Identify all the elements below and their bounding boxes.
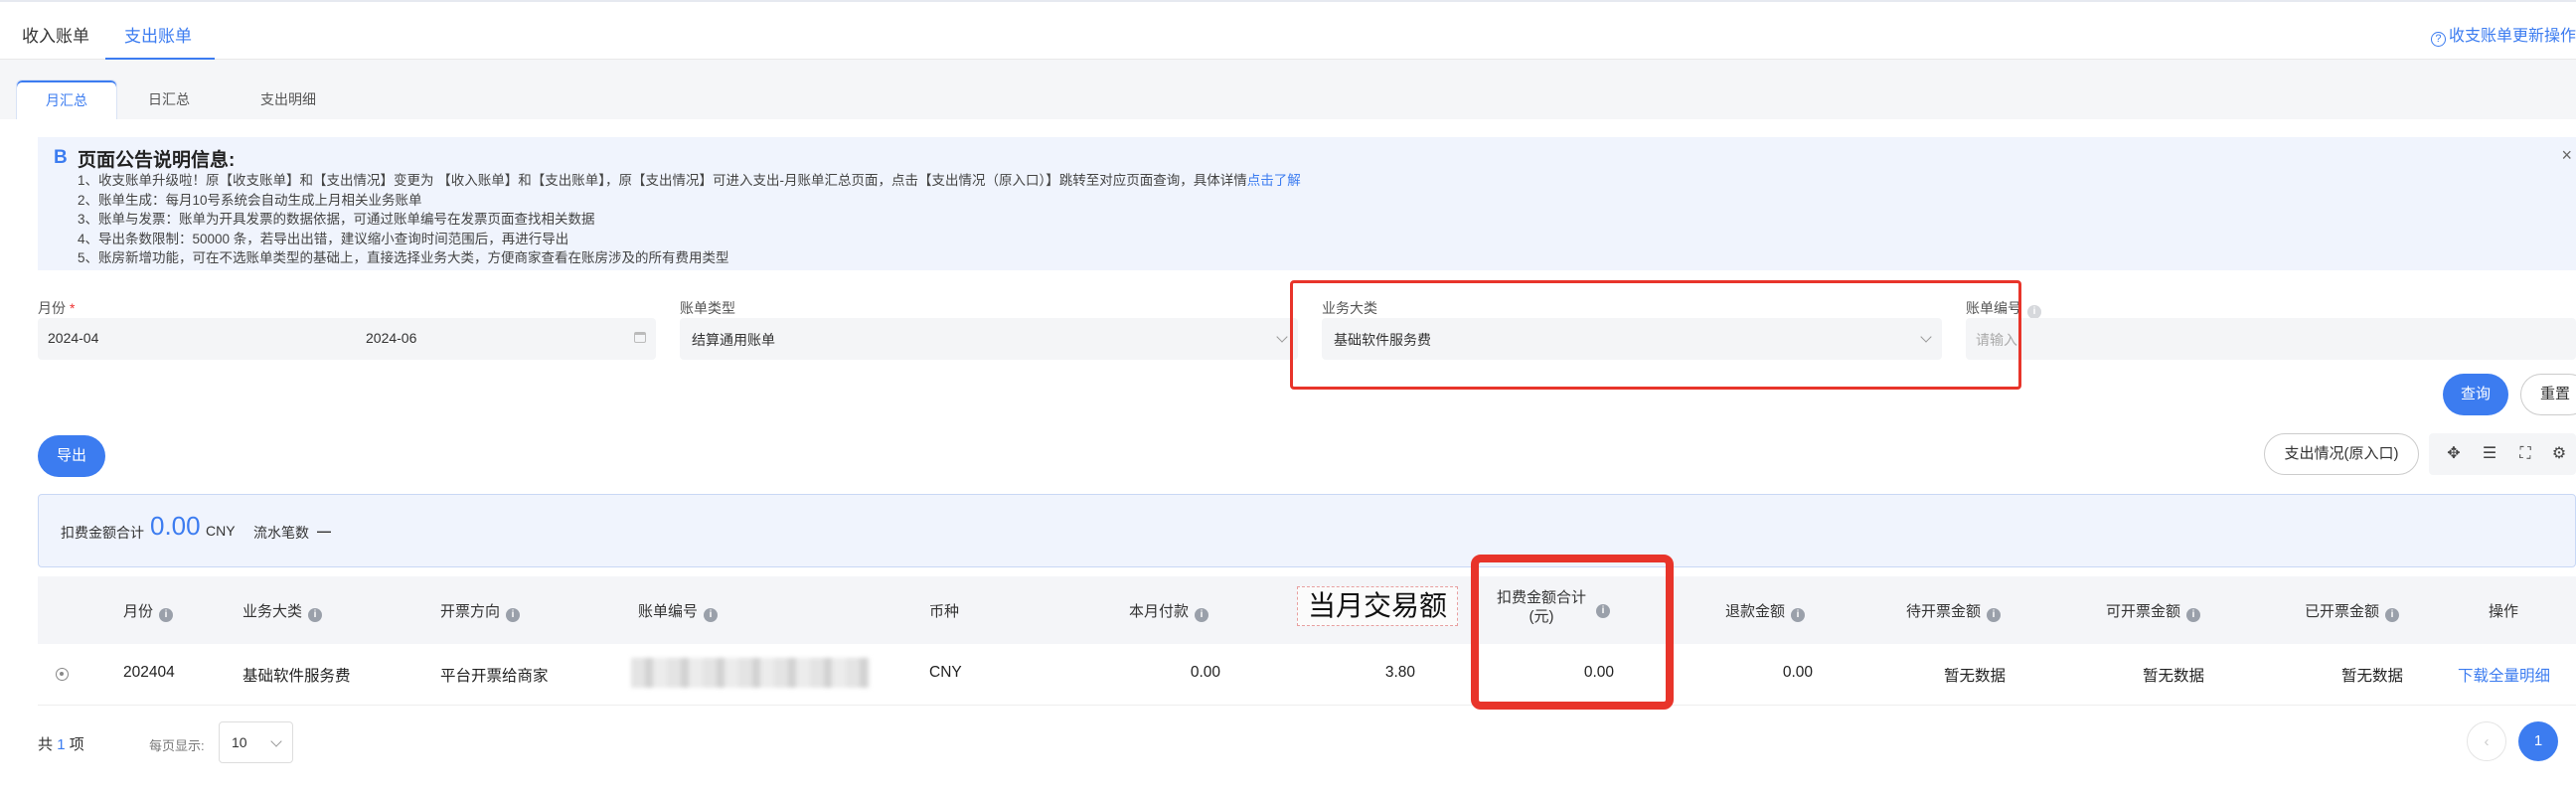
tab-expense-detail[interactable]: 支出明细	[239, 60, 338, 119]
bill-no-input[interactable]: 请输入	[1966, 318, 2576, 360]
flow-count-label: 流水笔数	[253, 525, 309, 541]
info-icon: i	[308, 608, 323, 622]
th-paid: 本月付款 i	[1129, 600, 1209, 622]
notice-icon: B	[54, 147, 68, 168]
th-invoiced: 已开票金额 i	[2305, 600, 2400, 622]
info-icon: i	[506, 608, 521, 622]
cell-paid: 0.00	[1190, 664, 1220, 681]
cell-trade: 3.80	[1384, 664, 1415, 681]
chevron-down-icon	[270, 735, 282, 747]
deduct-total-value: 0.00	[150, 511, 201, 541]
trade-amount-header-overlay: 当月交易额	[1297, 586, 1458, 626]
month-label: 月份 *	[38, 300, 76, 316]
tab-daily-summary[interactable]: 日汇总	[129, 60, 209, 119]
table-toolbar: ✥ ☰ ⛶ ⚙	[2429, 433, 2576, 475]
density-icon[interactable]: ☰	[2481, 445, 2498, 463]
notice-line: 4、导出条数限制：50000 条，若导出出错，建议缩小查询时间范围后，再进行导出	[78, 231, 569, 246]
deduct-highlight-box	[1471, 555, 1674, 710]
query-button[interactable]: 查询	[2443, 374, 2508, 415]
per-page-value: 10	[232, 734, 247, 750]
cell-invoiced: 暂无数据	[2340, 668, 2403, 685]
th-refund: 退款金额 i	[1725, 600, 1806, 622]
notice-line: 5、账房新增功能，可在不选账单类型的基础上，直接选择业务大类，方便商家查看在账房…	[78, 250, 729, 265]
th-biz: 业务大类 i	[242, 600, 323, 622]
total-count: 共 1 项	[38, 736, 84, 753]
deduct-total-label: 扣费金额合计	[61, 525, 144, 541]
notice-panel: B 页面公告说明信息: × 1、收支账单升级啦！原【收支账单】和【支出情况】变更…	[38, 137, 2576, 270]
bill-type-select[interactable]: 结算通用账单	[680, 318, 1298, 360]
close-icon[interactable]: ×	[2561, 145, 2572, 166]
info-icon: i	[1987, 608, 2002, 622]
currency-label: CNY	[206, 523, 236, 539]
fullscreen-icon[interactable]: ⛶	[2516, 445, 2534, 463]
month-start-value: 2024-04	[48, 330, 99, 346]
info-icon: i	[1195, 608, 1209, 622]
info-icon: i	[2186, 608, 2201, 622]
cell-bill-no-redacted	[631, 658, 870, 688]
row-radio[interactable]	[56, 668, 69, 681]
cell-biz: 基础软件服务费	[242, 668, 351, 685]
download-detail-link[interactable]: 下载全量明细	[2458, 664, 2550, 686]
cell-pending-invoice: 暂无数据	[1943, 668, 2006, 685]
table-row: 202404 基础软件服务费 平台开票给商家 CNY 0.00 3.80 0.0…	[38, 644, 2576, 706]
info-icon: i	[704, 608, 719, 622]
cell-refund: 0.00	[1782, 664, 1813, 681]
notice-line: 2、账单生成：每月10号系统会自动生成上月相关业务账单	[78, 192, 422, 208]
tab-income-bill[interactable]: 收入账单	[22, 22, 89, 47]
export-button[interactable]: 导出	[38, 435, 105, 477]
info-icon: i	[1791, 608, 1806, 622]
flow-count-value: —	[317, 523, 331, 539]
th-action: 操作	[2489, 603, 2519, 620]
notice-line: 3、账单与发票：账单为开具发票的数据依据，可通过账单编号在发票页面查找相关数据	[78, 212, 595, 227]
bill-type-label: 账单类型	[680, 300, 735, 316]
th-pending-invoice: 待开票金额 i	[1906, 600, 2002, 622]
help-link[interactable]: ? 收支账单更新操作	[2430, 22, 2576, 47]
gear-icon[interactable]: ⚙	[2550, 445, 2568, 463]
notice-line: 1、收支账单升级啦！原【收支账单】和【支出情况】变更为 【收入账单】和【支出账单…	[78, 173, 1301, 188]
help-link-label: 收支账单更新操作	[2448, 28, 2576, 45]
page-button-1[interactable]: 1	[2518, 721, 2558, 761]
prev-page-button[interactable]: ‹	[2467, 721, 2506, 761]
notice-title: 页面公告说明信息:	[78, 150, 236, 171]
th-available-invoice: 可开票金额 i	[2106, 600, 2201, 622]
info-icon: i	[2385, 608, 2400, 622]
info-icon: i	[159, 608, 174, 622]
chevron-down-icon	[1276, 331, 1288, 343]
month-range-picker[interactable]: 2024-04 2024-06	[38, 318, 656, 360]
notice-lines: 1、收支账单升级啦！原【收支账单】和【支出情况】变更为 【收入账单】和【支出账单…	[78, 171, 1301, 268]
tab-expense-bill[interactable]: 支出账单	[124, 22, 192, 47]
bill-type-value: 结算通用账单	[692, 332, 775, 348]
learn-more-link[interactable]: 点击了解	[1247, 173, 1301, 188]
cell-currency: CNY	[929, 664, 962, 681]
top-tab-bar: 收入账单 支出账单 ? 收支账单更新操作	[0, 0, 2576, 61]
cell-available-invoice: 暂无数据	[2142, 668, 2204, 685]
th-month: 月份 i	[123, 600, 174, 622]
th-bill-no: 账单编号 i	[638, 600, 719, 622]
month-end-value: 2024-06	[366, 330, 417, 346]
cell-invoice-dir: 平台开票给商家	[440, 668, 549, 685]
info-icon: i	[2027, 305, 2041, 319]
move-icon[interactable]: ✥	[2445, 445, 2463, 463]
highlight-box	[1290, 280, 2021, 390]
summary-bar: 扣费金额合计 0.00 CNY 流水笔数 —	[38, 494, 2576, 567]
per-page-select[interactable]: 10	[219, 721, 293, 763]
th-currency: 币种	[929, 603, 960, 620]
per-page-label: 每页显示:	[149, 738, 205, 753]
old-entry-button[interactable]: 支出情况(原入口)	[2264, 433, 2419, 475]
reset-button[interactable]: 重置	[2520, 374, 2576, 415]
question-icon: ?	[2430, 32, 2446, 47]
tab-monthly-summary[interactable]: 月汇总	[16, 80, 117, 119]
cell-month: 202404	[123, 664, 175, 681]
sub-tab-bar: 月汇总 日汇总 支出明细	[0, 60, 2576, 119]
th-invoice-dir: 开票方向 i	[440, 600, 521, 622]
calendar-icon	[634, 332, 646, 343]
